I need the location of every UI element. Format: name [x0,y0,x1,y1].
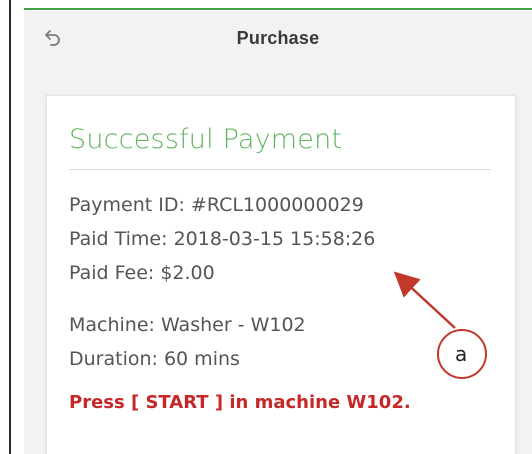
page-title: Purchase [236,28,320,48]
machine-text: Machine: Washer - W102 [69,314,306,336]
payment-id-text: Payment ID: #RCL1000000029 [69,194,364,216]
paid-time-text: Paid Time: 2018-03-15 15:58:26 [69,228,376,250]
card-divider [69,169,491,170]
start-instruction-text: Press [ START ] in machine W102. [69,392,411,413]
payment-card: Successful Payment Payment ID: #RCL10000… [46,95,516,454]
paid-fee-text: Paid Fee: $2.00 [69,262,215,284]
window-left-border [9,0,11,454]
duration-text: Duration: 60 mins [69,348,240,370]
app-screen: Purchase Successful Payment Payment ID: … [0,0,532,454]
card-title: Successful Payment [69,124,343,155]
app-header: Purchase [24,11,532,67]
header-accent-bar [24,8,532,10]
